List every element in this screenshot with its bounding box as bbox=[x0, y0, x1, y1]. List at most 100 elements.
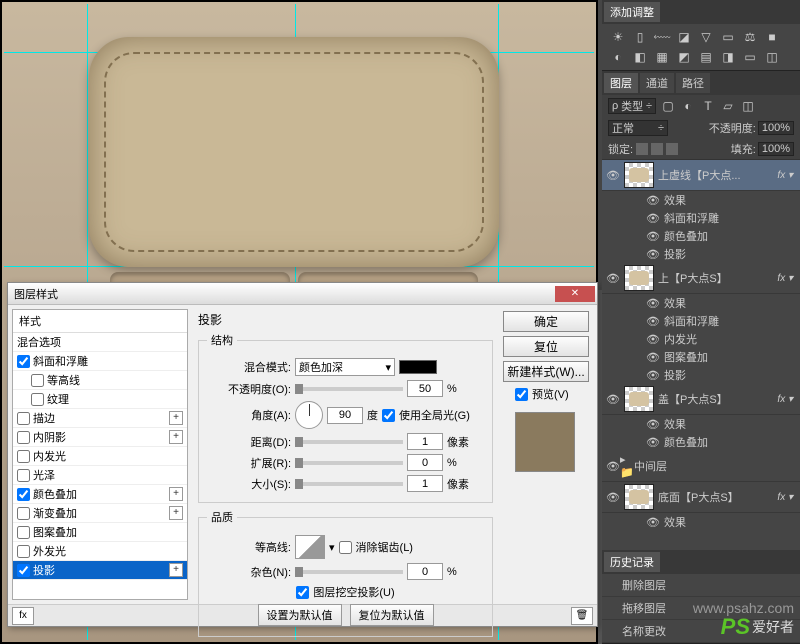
distance-slider[interactable] bbox=[295, 440, 403, 444]
add-effect-button[interactable]: + bbox=[169, 487, 183, 501]
effect-row[interactable]: 👁斜面和浮雕 bbox=[602, 209, 800, 227]
photo-filter-icon[interactable]: ◐ bbox=[610, 50, 626, 64]
add-effect-button[interactable]: + bbox=[169, 506, 183, 520]
style-checkbox[interactable] bbox=[17, 431, 30, 444]
effect-row[interactable]: 👁图案叠加 bbox=[602, 348, 800, 366]
shadow-color-swatch[interactable] bbox=[399, 360, 437, 374]
adjustments-title[interactable]: 添加调整 bbox=[604, 2, 660, 22]
visibility-icon[interactable]: 👁 bbox=[646, 333, 660, 346]
filter-smart-icon[interactable]: ◫ bbox=[740, 99, 756, 113]
effect-row[interactable]: 👁斜面和浮雕 bbox=[602, 312, 800, 330]
style-row[interactable]: 等高线 bbox=[13, 371, 187, 390]
layer-item[interactable]: 👁上虚线【P大点...fx ▾ bbox=[602, 160, 800, 191]
style-row[interactable]: 外发光 bbox=[13, 542, 187, 561]
blend-options-row[interactable]: 混合选项 bbox=[13, 333, 187, 352]
blend-mode-select[interactable]: 正常÷ bbox=[608, 120, 668, 136]
style-row[interactable]: 纹理 bbox=[13, 390, 187, 409]
tab-channels[interactable]: 通道 bbox=[640, 73, 674, 93]
filter-shape-icon[interactable]: ▱ bbox=[720, 99, 736, 113]
exposure-icon[interactable]: ◪ bbox=[676, 30, 692, 44]
visibility-icon[interactable]: 👁 bbox=[606, 169, 620, 182]
threshold-icon[interactable]: ◨ bbox=[720, 50, 736, 64]
fx-menu-button[interactable]: fx bbox=[12, 607, 34, 625]
blend-mode-select[interactable]: 颜色加深▾ bbox=[295, 358, 395, 376]
add-effect-button[interactable]: + bbox=[169, 430, 183, 444]
style-row[interactable]: 斜面和浮雕 bbox=[13, 352, 187, 371]
effect-row[interactable]: 👁颜色叠加 bbox=[602, 433, 800, 451]
visibility-icon[interactable]: 👁 bbox=[606, 272, 620, 285]
layer-fill[interactable]: 100% bbox=[758, 142, 794, 156]
style-row[interactable]: 渐变叠加+ bbox=[13, 504, 187, 523]
visibility-icon[interactable]: 👁 bbox=[606, 460, 620, 473]
ok-button[interactable]: 确定 bbox=[503, 311, 589, 332]
filter-type-icon[interactable]: T bbox=[700, 99, 716, 113]
style-checkbox[interactable] bbox=[17, 355, 30, 368]
visibility-icon[interactable]: 👁 bbox=[646, 297, 660, 310]
visibility-icon[interactable]: 👁 bbox=[646, 315, 660, 328]
distance-input[interactable] bbox=[407, 433, 443, 450]
make-default-button[interactable]: 设置为默认值 bbox=[258, 604, 342, 626]
size-input[interactable] bbox=[407, 475, 443, 492]
balance-icon[interactable]: ⚖ bbox=[742, 30, 758, 44]
vibrance-icon[interactable]: ▽ bbox=[698, 30, 714, 44]
posterize-icon[interactable]: ▤ bbox=[698, 50, 714, 64]
kind-filter[interactable]: ρ类型÷ bbox=[608, 98, 656, 114]
visibility-icon[interactable]: 👁 bbox=[646, 516, 660, 529]
filter-image-icon[interactable]: ▢ bbox=[660, 99, 676, 113]
add-effect-button[interactable]: + bbox=[169, 563, 183, 577]
noise-input[interactable] bbox=[407, 563, 443, 580]
contour-picker[interactable] bbox=[295, 535, 325, 559]
dialog-titlebar[interactable]: 图层样式 ✕ bbox=[8, 283, 597, 305]
effect-row[interactable]: 👁内发光 bbox=[602, 330, 800, 348]
trash-button[interactable]: 🗑 bbox=[571, 607, 593, 625]
style-checkbox[interactable] bbox=[17, 469, 30, 482]
visibility-icon[interactable]: 👁 bbox=[646, 418, 660, 431]
opacity-slider[interactable] bbox=[295, 387, 403, 391]
style-row[interactable]: 图案叠加 bbox=[13, 523, 187, 542]
style-checkbox[interactable] bbox=[17, 526, 30, 539]
angle-dial[interactable] bbox=[295, 401, 323, 429]
brightness-icon[interactable]: ☀ bbox=[610, 30, 626, 44]
layer-opacity[interactable]: 100% bbox=[758, 121, 794, 135]
visibility-icon[interactable]: 👁 bbox=[646, 248, 660, 261]
visibility-icon[interactable]: 👁 bbox=[606, 491, 620, 504]
effect-row[interactable]: 👁颜色叠加 bbox=[602, 227, 800, 245]
fx-badge[interactable]: fx ▾ bbox=[774, 394, 796, 405]
style-checkbox[interactable] bbox=[17, 450, 30, 463]
lock-all-icon[interactable] bbox=[666, 143, 678, 155]
effect-row[interactable]: 👁效果 bbox=[602, 294, 800, 312]
angle-input[interactable] bbox=[327, 407, 363, 424]
visibility-icon[interactable]: 👁 bbox=[606, 393, 620, 406]
curves-icon[interactable]: ⬳ bbox=[654, 30, 670, 44]
invert-icon[interactable]: ◩ bbox=[676, 50, 692, 64]
effect-row[interactable]: 👁效果 bbox=[602, 415, 800, 433]
levels-icon[interactable]: ▯ bbox=[632, 30, 648, 44]
tab-history[interactable]: 历史记录 bbox=[604, 552, 660, 572]
style-checkbox[interactable] bbox=[17, 412, 30, 425]
reset-default-button[interactable]: 复位为默认值 bbox=[350, 604, 434, 626]
tab-paths[interactable]: 路径 bbox=[676, 73, 710, 93]
style-row[interactable]: 内发光 bbox=[13, 447, 187, 466]
effect-row[interactable]: 👁效果 bbox=[602, 513, 800, 531]
knockout-checkbox[interactable] bbox=[296, 586, 309, 599]
style-checkbox[interactable] bbox=[31, 374, 44, 387]
visibility-icon[interactable]: 👁 bbox=[646, 369, 660, 382]
style-row[interactable]: 内阴影+ bbox=[13, 428, 187, 447]
filter-adjust-icon[interactable]: ◐ bbox=[680, 99, 696, 113]
antialias-checkbox[interactable] bbox=[339, 541, 352, 554]
visibility-icon[interactable]: 👁 bbox=[646, 436, 660, 449]
style-checkbox[interactable] bbox=[17, 507, 30, 520]
style-row[interactable]: 颜色叠加+ bbox=[13, 485, 187, 504]
layer-item[interactable]: 👁上【P大点S】fx ▾ bbox=[602, 263, 800, 294]
gradient-map-icon[interactable]: ▭ bbox=[742, 50, 758, 64]
visibility-icon[interactable]: 👁 bbox=[646, 212, 660, 225]
new-style-button[interactable]: 新建样式(W)... bbox=[503, 361, 589, 382]
preview-checkbox[interactable] bbox=[515, 388, 528, 401]
close-button[interactable]: ✕ bbox=[555, 286, 595, 302]
style-checkbox[interactable] bbox=[17, 564, 30, 577]
style-row[interactable]: 描边+ bbox=[13, 409, 187, 428]
spread-slider[interactable] bbox=[295, 461, 403, 465]
mixer-icon[interactable]: ◧ bbox=[632, 50, 648, 64]
fx-badge[interactable]: fx ▾ bbox=[774, 170, 796, 181]
layer-item[interactable]: 👁▸ 📁中间层 bbox=[602, 451, 800, 482]
